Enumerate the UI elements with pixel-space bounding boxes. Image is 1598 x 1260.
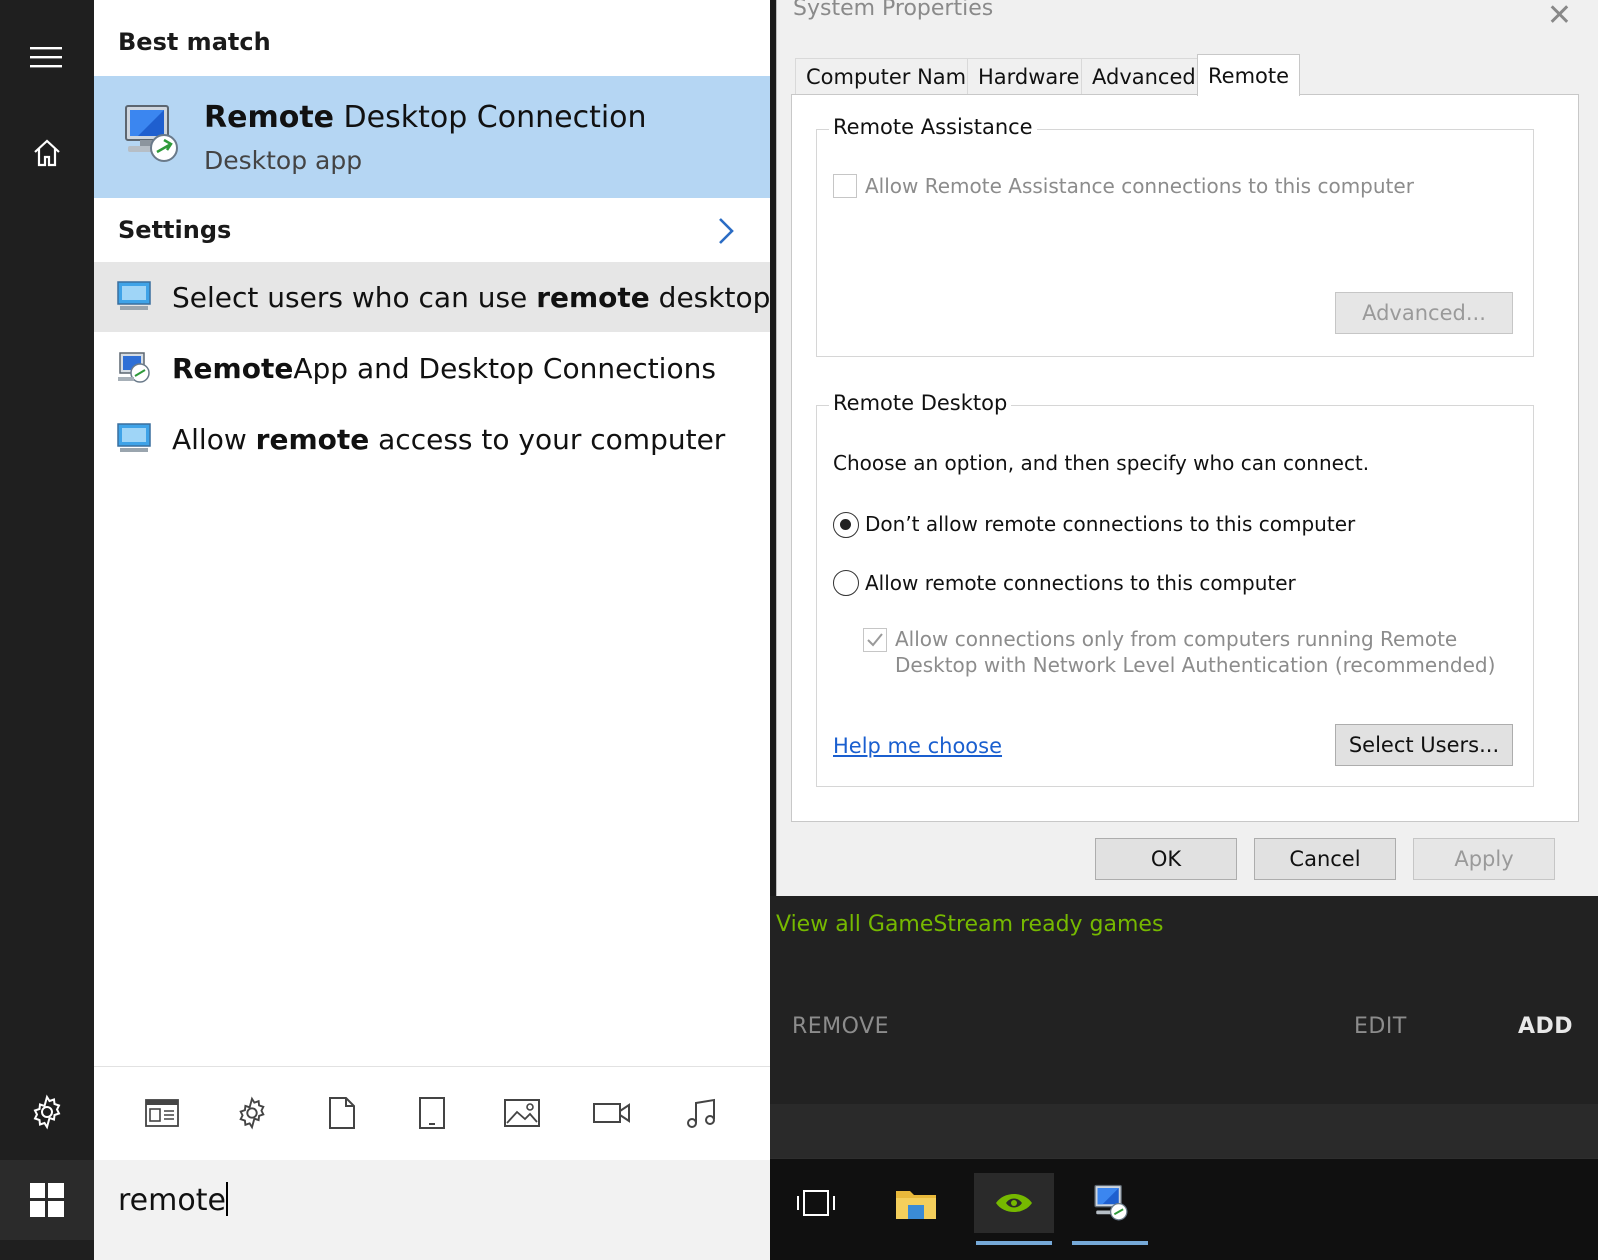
best-match-title: Remote Desktop Connection [204, 100, 647, 135]
remove-button[interactable]: REMOVE [792, 1014, 889, 1039]
tablet-filter-icon[interactable] [412, 1093, 452, 1133]
tab-computer-name[interactable]: Computer Name [795, 58, 991, 94]
gamestream-list-strip [770, 1104, 1598, 1158]
remote-desktop-group: Remote Desktop Choose an option, and the… [816, 391, 1534, 787]
settings-header: Settings [118, 216, 232, 244]
windows-logo-icon [30, 1183, 64, 1217]
close-icon[interactable]: ✕ [1547, 0, 1572, 33]
remote-desktop-label: Remote Desktop [829, 391, 1012, 415]
taskbar [770, 1158, 1598, 1260]
checkmark-icon [867, 633, 883, 647]
home-icon[interactable] [0, 132, 94, 174]
search-results-panel: Best match Remote Desktop Connection Des… [94, 0, 770, 1260]
best-match-result[interactable]: Remote Desktop Connection Desktop app [94, 76, 770, 198]
result-allow-remote-access[interactable]: Allow remote access to your computer [94, 404, 770, 474]
search-input[interactable]: remote [118, 1182, 228, 1218]
text-caret [225, 1182, 228, 1216]
settings-filter-icon[interactable] [232, 1093, 272, 1133]
dialog-title: System Properties [793, 0, 994, 21]
hamburger-menu-icon[interactable] [0, 36, 94, 78]
nvidia-icon[interactable] [974, 1173, 1054, 1245]
remote-assistance-checkbox[interactable] [833, 174, 857, 198]
search-filter-bar [94, 1066, 770, 1160]
music-filter-icon[interactable] [682, 1093, 722, 1133]
tab-advanced[interactable]: Advanced [1081, 58, 1207, 94]
apps-filter-icon[interactable] [142, 1093, 182, 1133]
chevron-right-icon[interactable] [716, 216, 736, 246]
monitor-settings-icon [117, 423, 151, 452]
add-button[interactable]: ADD [1518, 1014, 1573, 1039]
tab-remote[interactable]: Remote [1197, 54, 1301, 96]
remote-assistance-group: Remote Assistance Allow Remote Assistanc… [816, 115, 1534, 357]
best-match-header: Best match [118, 28, 271, 56]
remote-desktop-app-icon [125, 105, 178, 162]
radio-dont-allow-label: Don’t allow remote connections to this c… [865, 512, 1356, 536]
task-view-icon[interactable] [776, 1173, 856, 1233]
monitor-settings-icon [117, 281, 151, 310]
radio-selected-dot [840, 519, 851, 530]
apply-button[interactable]: Apply [1413, 838, 1555, 880]
edit-button[interactable]: EDIT [1354, 1014, 1407, 1039]
remoteapp-icon [118, 352, 150, 383]
photos-filter-icon[interactable] [502, 1093, 542, 1133]
radio-allow-remote[interactable] [833, 570, 859, 596]
nla-checkbox[interactable] [863, 628, 887, 652]
start-button[interactable] [0, 1160, 94, 1240]
remote-assistance-checkbox-label: Allow Remote Assistance connections to t… [865, 174, 1414, 198]
videos-filter-icon[interactable] [592, 1093, 632, 1133]
gamestream-games-link[interactable]: View all GameStream ready games [776, 912, 1163, 937]
nla-label-line1: Allow connections only from computers ru… [895, 627, 1458, 651]
best-match-subtitle: Desktop app [204, 146, 363, 175]
radio-allow-label: Allow remote connections to this compute… [865, 571, 1296, 595]
advanced-button[interactable]: Advanced... [1335, 292, 1513, 334]
radio-dont-allow-remote[interactable] [833, 512, 859, 538]
result-remoteapp-connections[interactable]: RemoteApp and Desktop Connections [94, 333, 770, 403]
cancel-button[interactable]: Cancel [1254, 838, 1396, 880]
result-label: RemoteApp and Desktop Connections [172, 351, 716, 385]
ok-button[interactable]: OK [1095, 838, 1237, 880]
select-users-button[interactable]: Select Users... [1335, 724, 1513, 766]
documents-filter-icon[interactable] [322, 1093, 362, 1133]
gamestream-panel: View all GameStream ready games REMOVE E… [770, 896, 1598, 1158]
help-me-choose-link[interactable]: Help me choose [833, 734, 1002, 758]
remote-desktop-icon[interactable] [1070, 1173, 1150, 1245]
start-rail [0, 0, 94, 1260]
system-properties-dialog: System Properties ✕ Computer Name Hardwa… [776, 0, 1598, 896]
remote-assistance-label: Remote Assistance [829, 115, 1037, 139]
result-label: Allow remote access to your computer [172, 422, 726, 456]
result-label: Select users who can use remote desktop [172, 280, 771, 314]
search-box[interactable]: remote [94, 1160, 770, 1260]
nla-label-line2: Desktop with Network Level Authenticatio… [895, 653, 1496, 677]
tab-hardware[interactable]: Hardware [967, 58, 1091, 94]
remote-tab-pane: Remote Assistance Allow Remote Assistanc… [791, 94, 1579, 822]
result-select-users-remote-desktop[interactable]: Select users who can use remote desktop [94, 262, 770, 332]
file-explorer-icon[interactable] [876, 1173, 956, 1233]
remote-desktop-instruction: Choose an option, and then specify who c… [833, 451, 1370, 475]
settings-gear-icon[interactable] [0, 1090, 94, 1134]
